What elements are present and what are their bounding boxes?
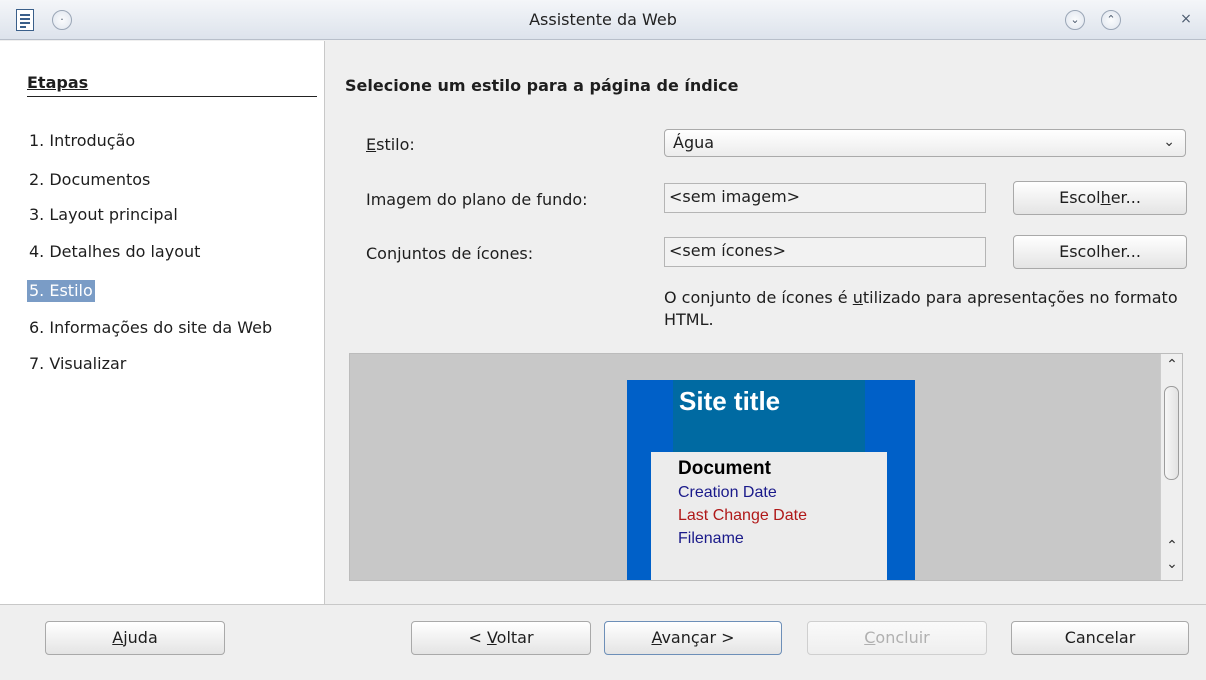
scroll-down-icon[interactable]: ⌄ [1161, 556, 1182, 572]
step-detalhes-layout[interactable]: 4. Detalhes do layout [27, 241, 202, 263]
icons-label: Conjuntos de ícones: [366, 244, 534, 263]
preview-body: Document Creation Date Last Change Date … [651, 452, 887, 580]
minimize-icon[interactable]: ⌄ [1065, 10, 1085, 30]
preview-creation-date: Creation Date [678, 484, 777, 501]
next-button[interactable]: Avançar > [604, 621, 782, 655]
style-select[interactable]: Água ⌄ [664, 129, 1186, 157]
main-panel: Selecione um estilo para a página de índ… [326, 41, 1206, 604]
step-visualizar[interactable]: 7. Visualizar [27, 353, 128, 375]
step-informacoes-site[interactable]: 6. Informações do site da Web [27, 317, 274, 339]
scrollbar-thumb[interactable] [1164, 386, 1179, 480]
step-estilo[interactable]: 5. Estilo [27, 280, 95, 302]
preview-scrollbar[interactable]: ⌃ ⌃ ⌄ [1160, 354, 1182, 580]
close-icon[interactable]: × [1176, 10, 1196, 30]
preview-document: Document [678, 458, 771, 479]
choose-icons-button[interactable]: Escolher... [1013, 235, 1187, 269]
finish-button[interactable]: Concluir [807, 621, 987, 655]
help-button[interactable]: Ajuda [45, 621, 225, 655]
style-label: Estilo: [366, 135, 415, 154]
step-layout-principal[interactable]: 3. Layout principal [27, 204, 180, 226]
preview-page: Site title Document Creation Date Last C… [627, 380, 915, 580]
back-button[interactable]: < Voltar [411, 621, 591, 655]
style-preview: Site title Document Creation Date Last C… [349, 353, 1183, 581]
background-label: Imagem do plano de fundo: [366, 190, 588, 209]
scroll-up-icon[interactable]: ⌃ [1161, 357, 1182, 373]
icons-field[interactable]: <sem ícones> [664, 237, 986, 267]
page-heading: Selecione um estilo para a página de índ… [345, 76, 739, 95]
step-introducao[interactable]: 1. Introdução [27, 130, 137, 152]
preview-filename: Filename [678, 530, 744, 547]
style-select-value: Água [673, 133, 715, 152]
cancel-button[interactable]: Cancelar [1011, 621, 1189, 655]
title-bar: · Assistente da Web ⌄ ⌃ × [0, 0, 1206, 40]
preview-last-change-date: Last Change Date [678, 507, 807, 524]
preview-site-title: Site title [679, 386, 781, 416]
button-bar: Ajuda < Voltar Avançar > Concluir Cancel… [0, 604, 1206, 680]
steps-title: Etapas [27, 73, 317, 97]
icons-note: O conjunto de ícones é utilizado para ap… [664, 288, 1178, 329]
scroll-up-icon[interactable]: ⌃ [1161, 538, 1182, 554]
steps-panel: Etapas 1. Introdução 2. Documentos 3. La… [0, 41, 325, 604]
window-title: Assistente da Web [529, 10, 677, 29]
chevron-down-icon: ⌄ [1163, 134, 1175, 150]
step-documentos[interactable]: 2. Documentos [27, 169, 152, 191]
choose-background-button[interactable]: Escolher... [1013, 181, 1187, 215]
background-field[interactable]: <sem imagem> [664, 183, 986, 213]
maximize-icon[interactable]: ⌃ [1101, 10, 1121, 30]
